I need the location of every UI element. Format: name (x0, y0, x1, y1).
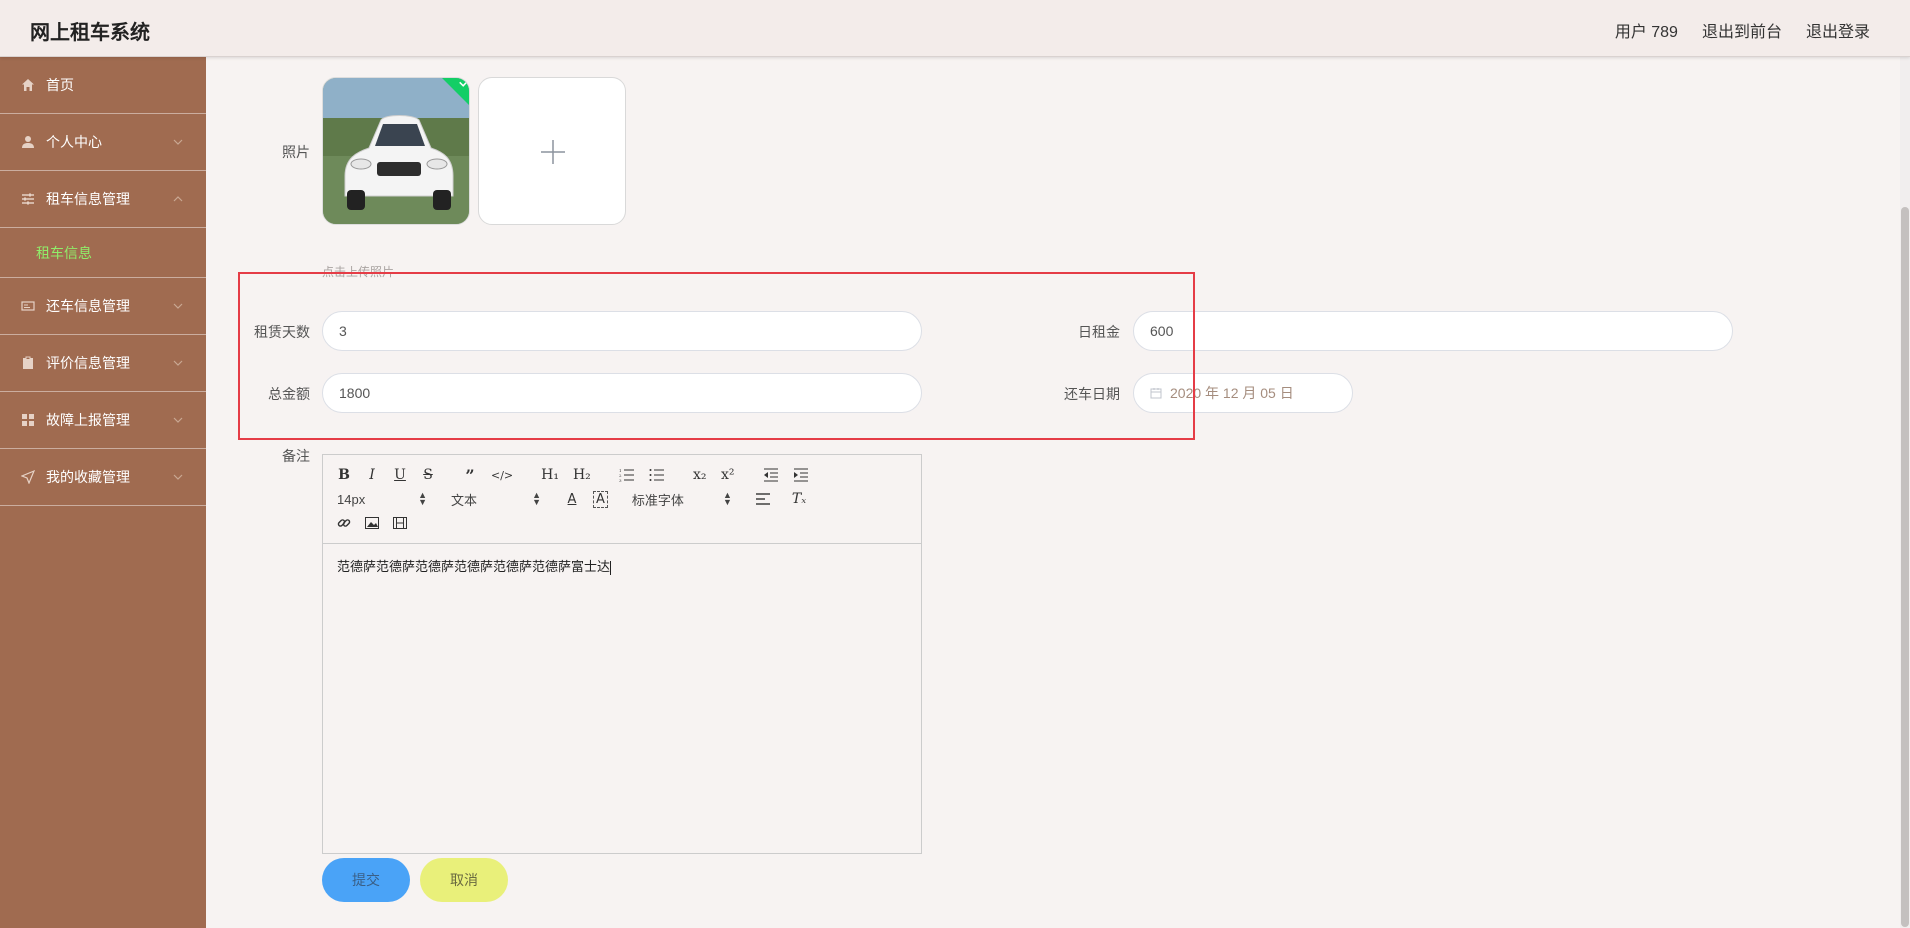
header-actions: 用户 789 退出到前台 退出登录 (1615, 18, 1870, 42)
send-icon (20, 469, 36, 485)
daily-rent-label: 日租金 (1078, 324, 1120, 340)
return-date-value: 2020 年 12 月 05 日 (1170, 385, 1294, 401)
upload-photo-button[interactable] (478, 77, 626, 225)
sidebar: 首页 个人中心 租车信息管理 租车信息 还车信息管理 评价信息管理 故障上报管理 (0, 57, 206, 928)
chevron-down-icon (173, 303, 183, 309)
rental-days-input[interactable]: 3 (322, 311, 922, 351)
sidebar-item-review-management[interactable]: 评价信息管理 (0, 335, 206, 392)
align-icon[interactable] (755, 493, 770, 505)
sidebar-subitem-rental-info[interactable]: 租车信息 (0, 228, 206, 278)
underline-icon[interactable]: U (393, 467, 407, 483)
user-icon (20, 134, 36, 150)
remark-label: 备注 (282, 448, 310, 464)
rich-text-editor: B I U S ” </> H₁ H₂ 123 x₂ x² 14px ▲ ▼ 文… (322, 454, 922, 854)
sidebar-item-label: 个人中心 (46, 134, 102, 150)
rental-days-label: 租赁天数 (254, 324, 310, 340)
header-format-select[interactable]: 文本 ▲ ▼ (451, 490, 541, 509)
total-amount-label: 总金额 (268, 386, 310, 402)
check-icon (459, 78, 469, 87)
submit-button[interactable]: 提交 (322, 858, 410, 902)
grid-icon (20, 412, 36, 428)
superscript-icon[interactable]: x² (721, 467, 735, 483)
font-family-value: 标准字体 (631, 492, 684, 508)
sidebar-item-label: 租车信息管理 (46, 191, 130, 207)
plus-icon (541, 140, 565, 164)
select-arrows-icon: ▲ ▼ (418, 490, 427, 507)
clipboard-icon (20, 355, 36, 371)
sidebar-item-rental-management[interactable]: 租车信息管理 (0, 171, 206, 228)
select-arrows-icon: ▲ ▼ (722, 490, 732, 507)
sidebar-item-favorites-management[interactable]: 我的收藏管理 (0, 449, 206, 506)
italic-icon[interactable]: I (365, 467, 379, 483)
subscript-icon[interactable]: x₂ (693, 467, 707, 483)
sliders-icon (20, 191, 36, 207)
sidebar-item-label: 还车信息管理 (46, 298, 130, 314)
page-scrollbar[interactable] (1900, 57, 1910, 928)
sidebar-item-label: 评价信息管理 (46, 355, 130, 371)
chevron-down-icon (173, 360, 183, 366)
scrollbar-thumb[interactable] (1901, 207, 1909, 927)
bullet-list-icon[interactable] (649, 468, 665, 482)
return-date-label: 还车日期 (1064, 386, 1120, 402)
sidebar-item-label: 故障上报管理 (46, 412, 130, 428)
clear-format-icon[interactable]: Tₓ (792, 491, 806, 507)
car-photo[interactable] (322, 77, 470, 225)
chevron-down-icon (173, 139, 183, 145)
image-icon[interactable] (365, 517, 379, 529)
code-block-icon[interactable]: </> (491, 469, 513, 482)
select-arrows-icon: ▲ ▼ (532, 490, 541, 507)
sidebar-item-personal-center[interactable]: 个人中心 (0, 114, 206, 171)
upload-hint: 点击上传照片 (322, 265, 395, 279)
editor-content[interactable]: 范德萨范德萨范德萨范德萨范德萨范德萨富士达 (323, 544, 921, 587)
username-label: 用户 789 (1614, 24, 1678, 41)
svg-text:3: 3 (619, 478, 622, 482)
heading-1-icon[interactable]: H₁ (541, 467, 559, 483)
heading-2-icon[interactable]: H₂ (573, 467, 591, 483)
sidebar-item-return-management[interactable]: 还车信息管理 (0, 278, 206, 335)
photo-label: 照片 (282, 144, 310, 160)
indent-icon[interactable] (793, 468, 809, 482)
ordered-list-icon[interactable]: 123 (619, 468, 635, 482)
text-caret (610, 560, 612, 575)
sidebar-item-label: 首页 (46, 77, 74, 93)
app-title: 网上租车系统 (30, 22, 150, 44)
home-icon (20, 77, 36, 93)
video-icon[interactable] (393, 517, 407, 529)
chevron-down-icon (173, 417, 183, 423)
top-header: 网上租车系统 用户 789 退出到前台 退出登录 (0, 0, 1910, 57)
blockquote-icon[interactable]: ” (463, 466, 477, 485)
bold-icon[interactable]: B (337, 467, 351, 483)
sidebar-item-fault-report-management[interactable]: 故障上报管理 (0, 392, 206, 449)
link-icon[interactable] (337, 516, 351, 530)
outdent-icon[interactable] (763, 468, 779, 482)
logout-link[interactable]: 退出登录 (1806, 18, 1870, 42)
daily-rent-input[interactable]: 600 (1133, 311, 1733, 351)
font-color-icon[interactable]: A (565, 492, 579, 507)
background-color-icon[interactable]: A (593, 490, 608, 508)
header-format-value: 文本 (451, 492, 478, 508)
return-date-picker[interactable]: 2020 年 12 月 05 日 (1133, 373, 1353, 413)
sidebar-item-home[interactable]: 首页 (0, 57, 206, 114)
card-icon (20, 298, 36, 314)
total-amount-input[interactable]: 1800 (322, 373, 922, 413)
font-family-select[interactable]: 标准字体 ▲ ▼ (632, 490, 732, 509)
editor-text: 范德萨范德萨范德萨范德萨范德萨范德萨富士达 (337, 559, 611, 574)
font-size-value: 14px (337, 491, 366, 507)
font-size-select[interactable]: 14px ▲ ▼ (337, 490, 427, 507)
car-image (323, 78, 469, 224)
cancel-button[interactable]: 取消 (420, 858, 508, 902)
chevron-down-icon (173, 474, 183, 480)
sidebar-item-label: 我的收藏管理 (46, 469, 130, 485)
exit-to-front-link[interactable]: 退出到前台 (1702, 18, 1782, 42)
chevron-up-icon (173, 196, 183, 202)
calendar-icon (1150, 387, 1162, 399)
editor-toolbar: B I U S ” </> H₁ H₂ 123 x₂ x² 14px ▲ ▼ 文… (323, 455, 921, 544)
strikethrough-icon[interactable]: S (421, 467, 435, 483)
